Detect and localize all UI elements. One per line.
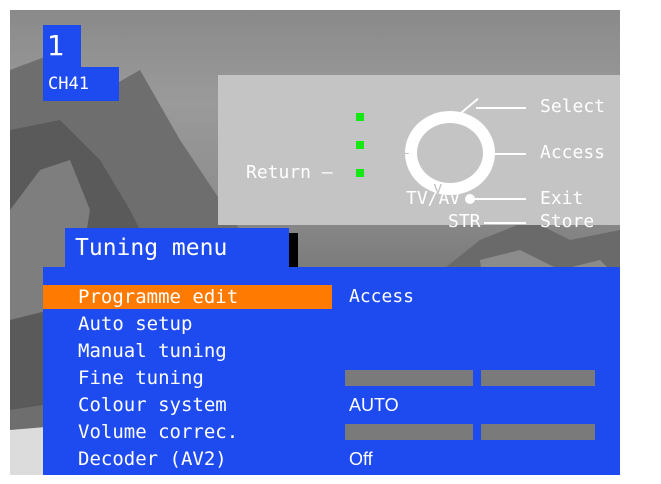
plus-icon: + [467,143,477,162]
menu-item-label: Colour system [78,394,227,416]
menu-item-value: Access [349,286,415,307]
menu-item-label: Volume correc. [78,421,239,443]
exit-pointer-line [473,198,526,200]
menu-item-fine-tuning[interactable]: Fine tuning [43,365,620,391]
remote-help-panel: Return – ^ v – + Select Access TV/AV Exi… [218,75,620,232]
programme-number: 1 [43,25,81,67]
store-pointer-line [484,222,526,224]
up-arrow-icon: ^ [433,103,443,122]
exit-label: Exit [540,188,584,209]
menu-item-label: Decoder (AV2) [78,448,227,470]
select-pointer-line [476,107,526,109]
navigation-ring-icon [405,111,495,195]
select-label: Select [540,96,606,117]
menu-item-colour-system[interactable]: Colour system AUTO [43,392,620,418]
menu-item-label: Manual tuning [78,340,227,362]
volume-correction-bar-right [481,424,595,440]
menu-item-label: Fine tuning [78,367,204,389]
str-label: STR [448,211,481,232]
menu-item-label: Auto setup [78,313,193,335]
minus-icon: – [399,143,409,162]
menu-item-value: AUTO [349,395,399,415]
menu-item-auto-setup[interactable]: Auto setup [43,311,620,337]
volume-correction-bar-left [345,424,473,440]
tuning-menu: Programme edit Access Auto setup Manual … [43,267,620,475]
menu-item-label: Programme edit [78,286,239,308]
access-pointer-line [484,153,526,155]
menu-title: Tuning menu [65,228,289,268]
menu-item-decoder-av2[interactable]: Decoder (AV2) Off [43,446,620,472]
tvav-label: TV/AV [406,188,461,209]
menu-item-manual-tuning[interactable]: Manual tuning [43,338,620,364]
indicator-dot [356,113,364,121]
fine-tuning-bar-right [481,370,595,386]
menu-item-programme-edit[interactable]: Programme edit Access [43,284,620,310]
return-label: Return – [246,162,333,183]
channel-label: CH41 [43,67,119,101]
fine-tuning-bar-left [345,370,473,386]
indicator-dot [356,141,364,149]
menu-item-value: Off [349,449,373,469]
store-label: Store [540,211,595,232]
menu-item-volume-correction[interactable]: Volume correc. [43,419,620,445]
access-label: Access [540,142,606,163]
return-indicator-dot [356,169,364,177]
tv-screen: 1 CH41 Return – ^ v – + Select Access TV… [10,10,620,475]
